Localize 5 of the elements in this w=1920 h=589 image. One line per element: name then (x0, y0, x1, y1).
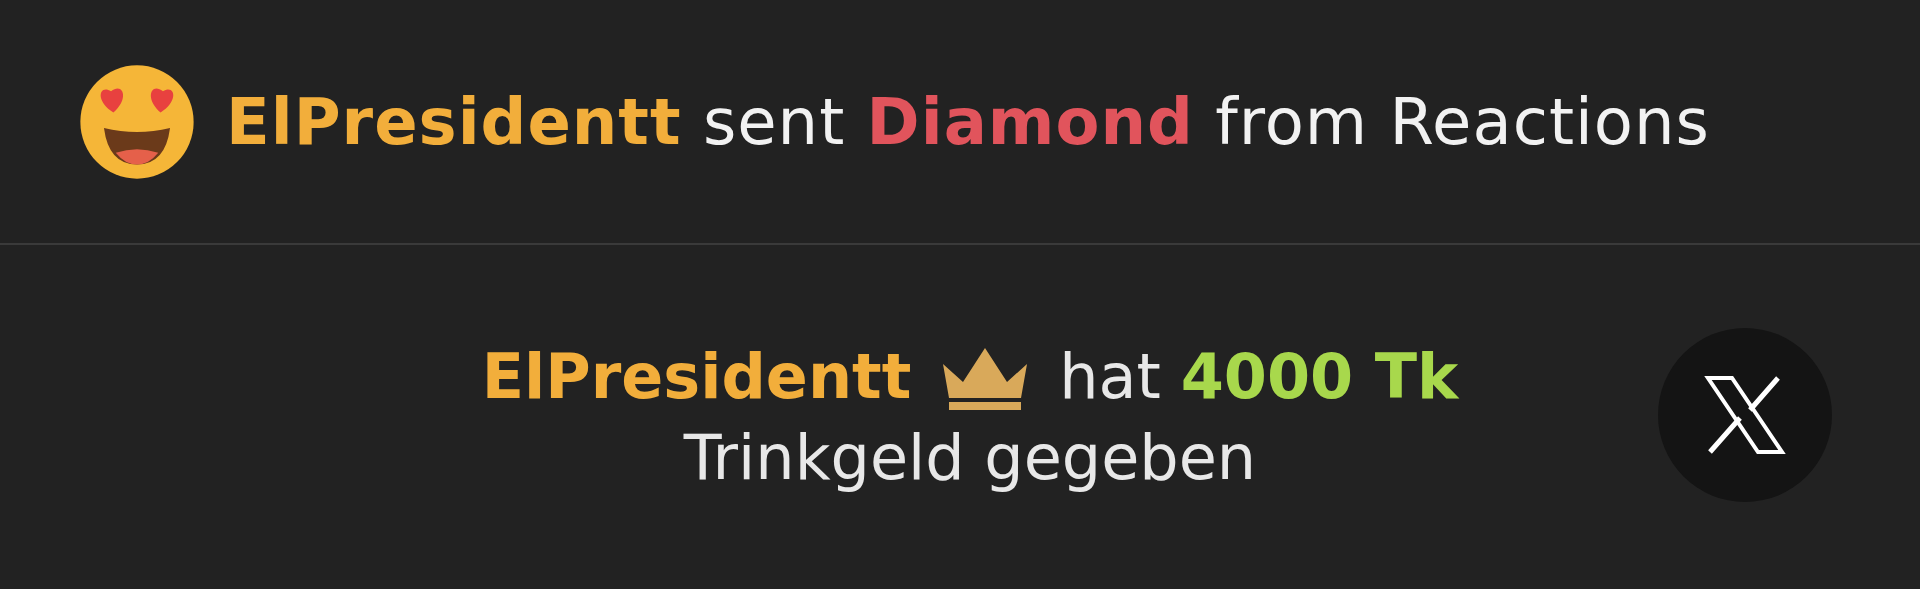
username: ElPresidentt (481, 340, 912, 413)
gift-message: ElPresidentt sent Diamond from Reactions (226, 84, 1710, 159)
heart-eyes-emoji-icon (78, 62, 196, 181)
tip-note: Trinkgeld gegeben (683, 421, 1257, 494)
tip-text: hat 4000 Tk (1059, 340, 1459, 413)
